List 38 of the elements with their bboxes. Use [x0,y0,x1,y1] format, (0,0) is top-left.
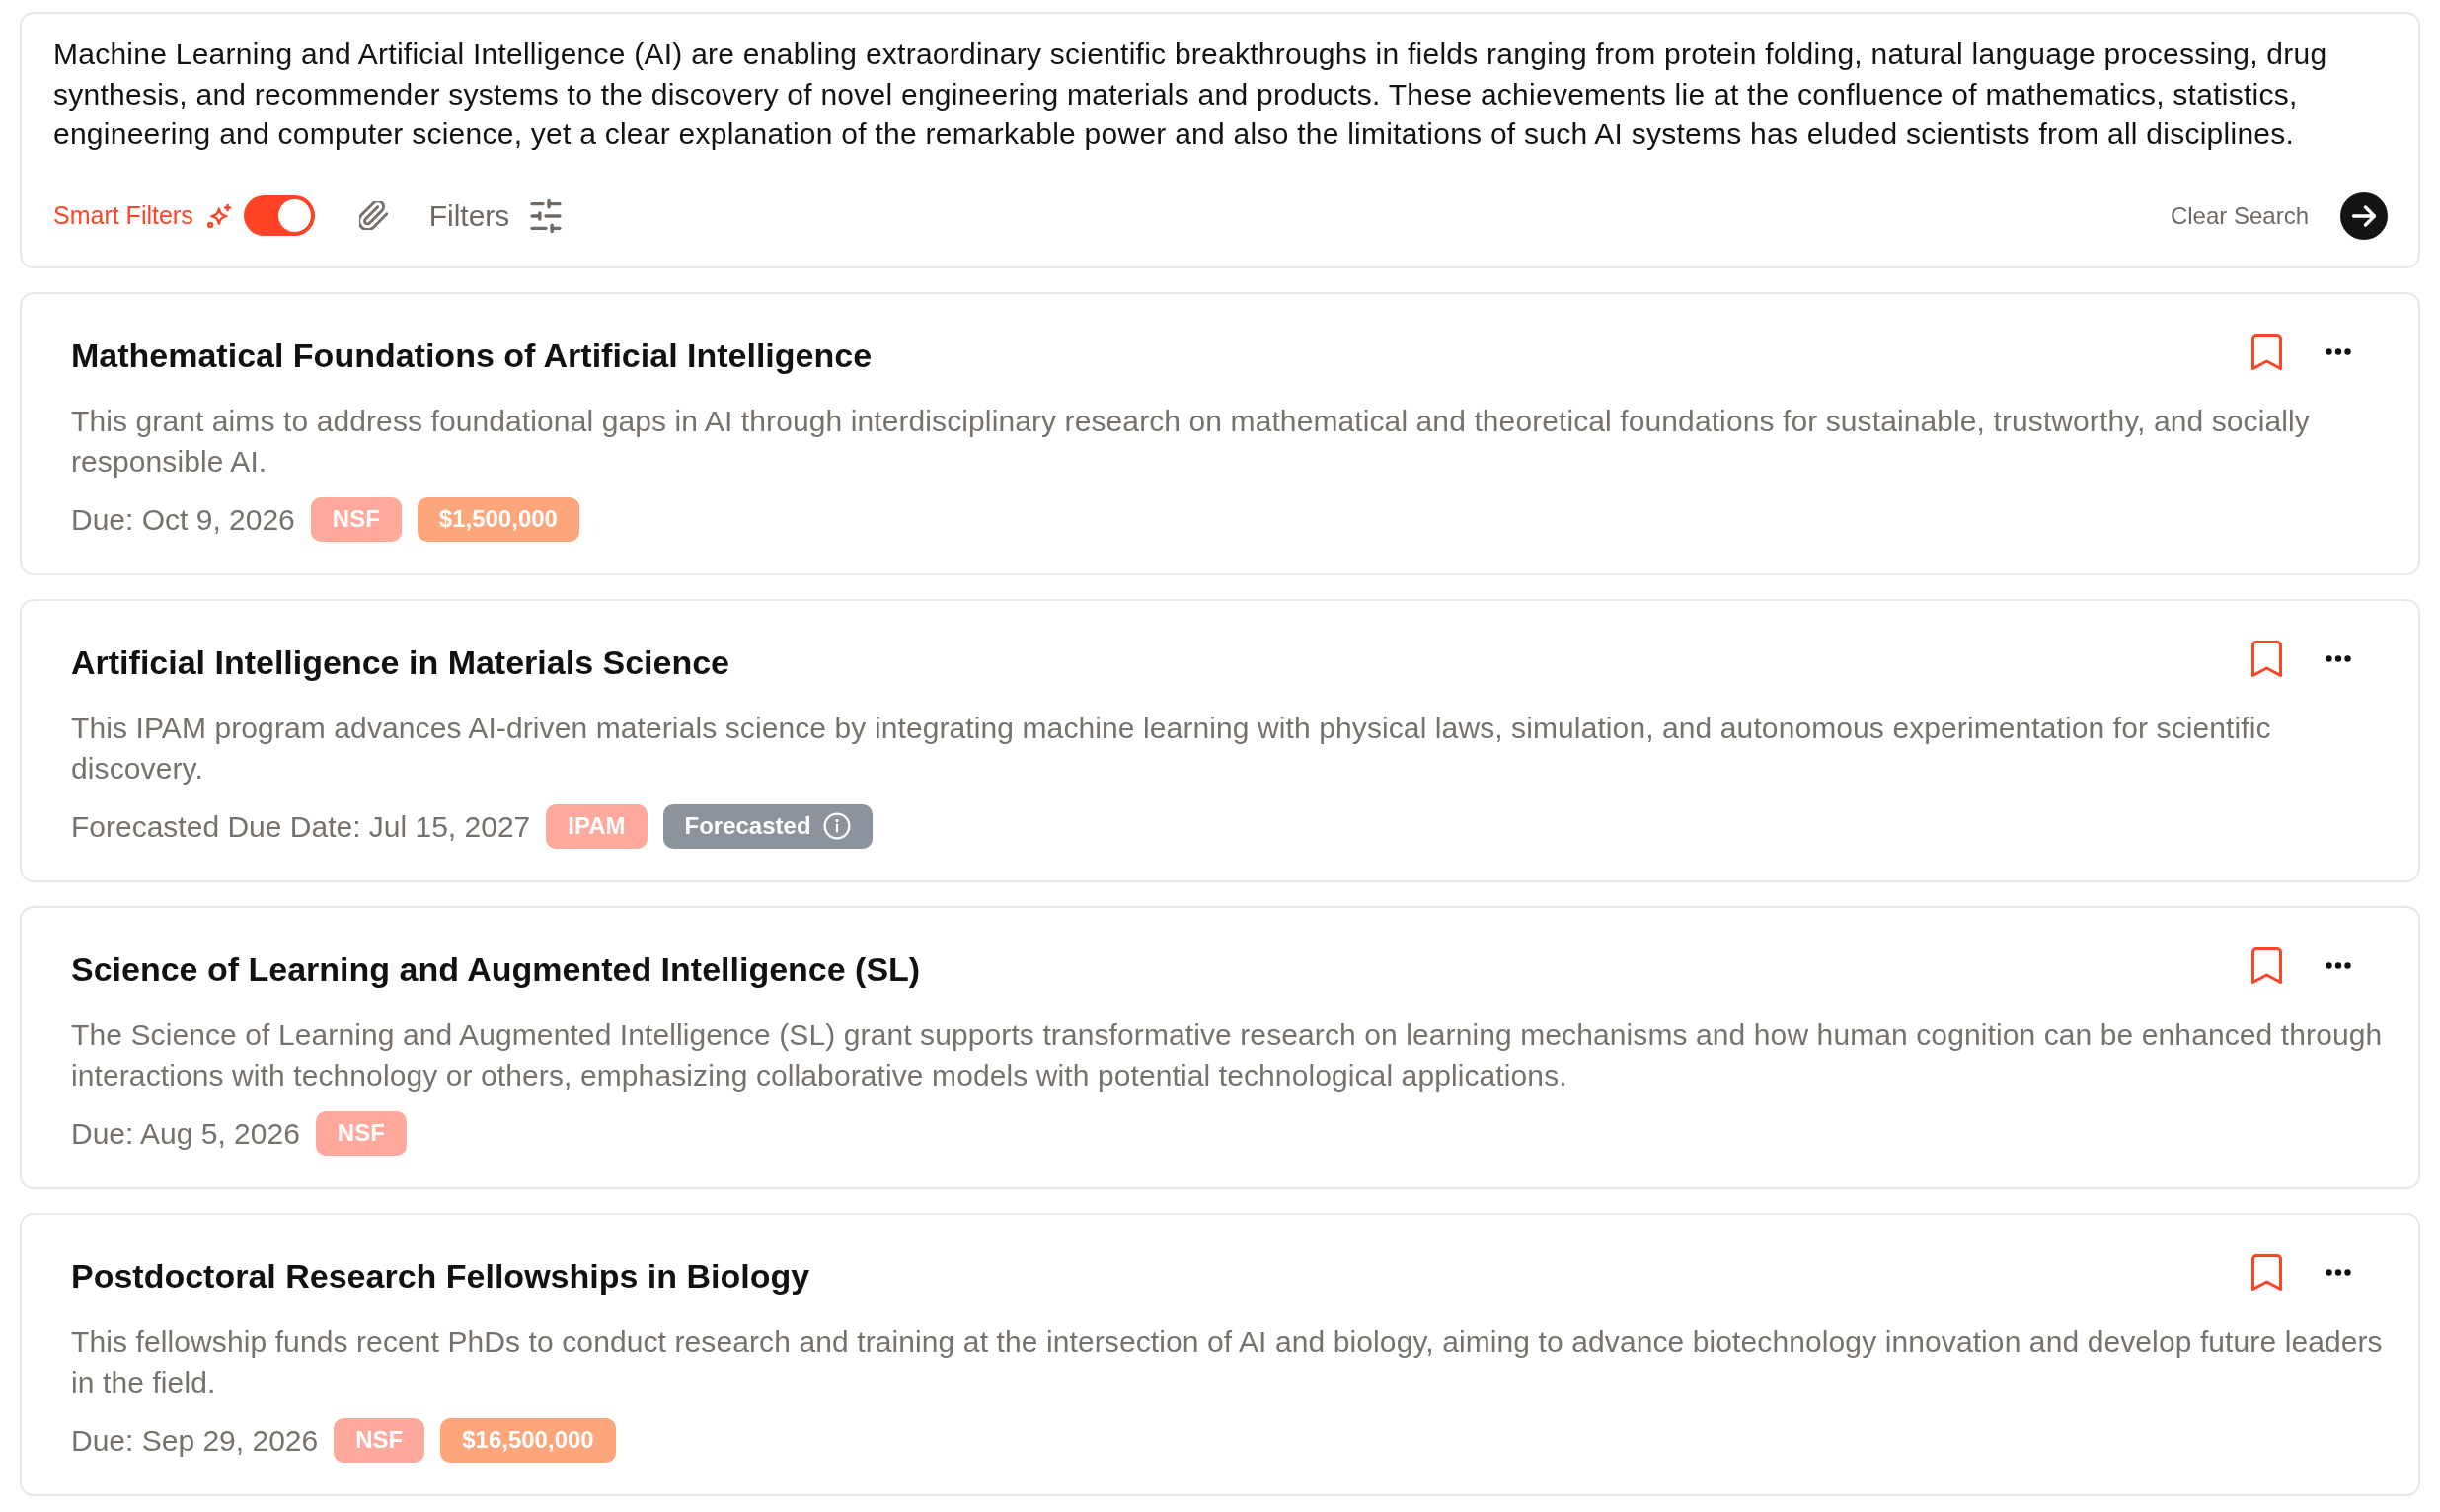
due-date: Due: Sep 29, 2026 [71,1422,319,1459]
grant-description: The Science of Learning and Augmented Intelligence (SL) grant supports transformative research on learning mechanisms and how human cognition can be enhanced through interactions with technology or others, emphasizing collaborative models with potential technological applications. [71,1017,2384,1094]
ellipsis-icon[interactable] [2326,655,2351,662]
info-icon [822,812,851,840]
paperclip-icon[interactable] [358,201,388,230]
bookmark-icon[interactable] [2251,640,2282,678]
ellipsis-icon[interactable] [2326,348,2351,355]
agency-tag: NSF [315,1110,407,1156]
amount-tag: $1,500,000 [417,496,579,542]
smart-filters-toggle[interactable] [243,195,315,236]
agency-tag: NSF [310,496,402,542]
due-date: Due: Aug 5, 2026 [71,1115,300,1152]
sparkle-icon [206,203,232,228]
smart-filters-label: Smart Filters [53,199,193,231]
status-tag: Forecasted [662,803,873,849]
grant-description: This IPAM program advances AI-driven materials science by integrating machine learning with physical laws, simulation, and autonomous experimentation for scientific discovery. [71,710,2272,787]
clear-search-button[interactable]: Clear Search [2170,197,2309,234]
due-date: Forecasted Due Date: Jul 15, 2027 [71,808,531,845]
agency-tag: IPAM [546,803,648,849]
submit-button[interactable] [2340,191,2388,240]
amount-tag: $16,500,000 [440,1417,616,1463]
grant-description: This grant aims to address foundational gaps in AI through interdisciplinary research on mathematical and theoretical foundations for sustainable, trustworthy, and socially responsible AI. [71,403,2311,480]
due-date: Due: Oct 9, 2026 [71,501,295,538]
grant-title[interactable]: Mathematical Foundations of Artificial Intelligence [71,333,873,377]
grant-title[interactable]: Postdoctoral Research Fellowships in Biology [71,1253,810,1298]
grant-title[interactable]: Artificial Intelligence in Materials Science [71,640,730,684]
bookmark-icon[interactable] [2251,333,2282,371]
sliders-icon [529,198,564,233]
search-query-field[interactable]: Machine Learning and Artificial Intelligence (AI) are enabling extraordinary scientific breakthroughs in fields ranging from protein folding, natural language processing, drug synthesis, and recommender systems to the discovery of novel engineering materials and products. These achievements lie at the confluence of mathematics, statistics, engineering and computer science, yet a clear explanation of the remarkable power and also the limitations of such AI systems has eluded scientists from all disciplines. [53,35,2388,155]
ellipsis-icon[interactable] [2326,962,2351,969]
grant-title[interactable]: Science of Learning and Augmented Intelligence (SL) [71,946,921,991]
agency-tag: NSF [334,1417,425,1463]
grant-description: This fellowship funds recent PhDs to conduct research and training at the intersection of AI and biology, aiming to advance biotechnology innovation and develop future leaders in the field. [71,1323,2384,1400]
ellipsis-icon[interactable] [2326,1269,2351,1276]
bookmark-icon[interactable] [2251,946,2282,985]
arrow-right-icon [2352,204,2376,227]
bookmark-icon[interactable] [2251,1253,2282,1292]
filters-button[interactable]: Filters [428,193,564,238]
